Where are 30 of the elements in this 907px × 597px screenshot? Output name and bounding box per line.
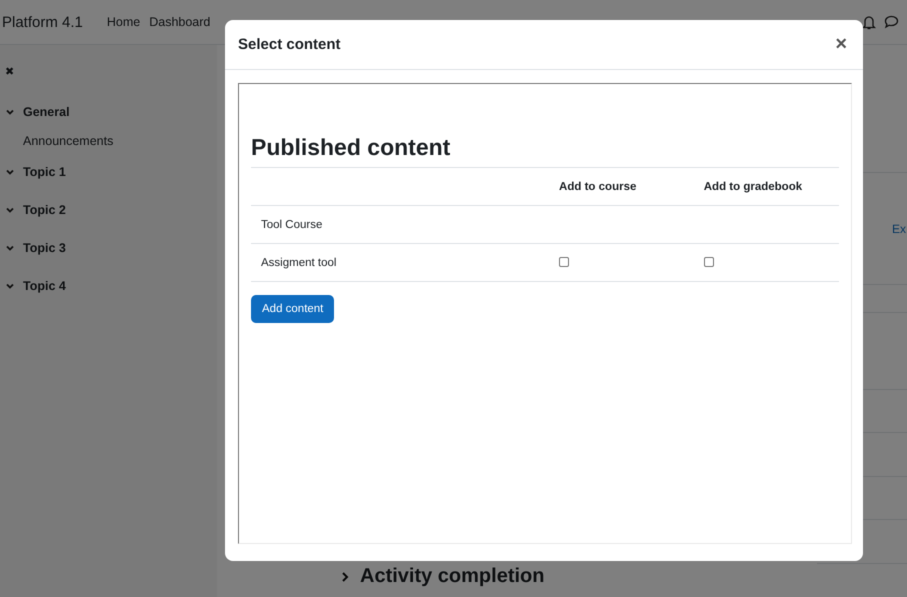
chevron-icon[interactable] (5, 107, 15, 117)
close-button[interactable]: × (833, 33, 849, 56)
content-heading: Published content (251, 134, 839, 168)
section-link[interactable]: Topic 2 (23, 203, 66, 217)
section-link[interactable]: Topic 4 (23, 279, 66, 293)
section-link[interactable]: Topic 1 (23, 165, 66, 179)
chevron-icon[interactable] (5, 205, 15, 215)
section-link[interactable]: Topic 3 (23, 241, 66, 255)
activity-link[interactable]: Announcements (23, 134, 217, 148)
add-content-button[interactable]: Add content (251, 295, 334, 323)
chevron-icon[interactable] (5, 167, 15, 177)
nav-link[interactable]: Dashboard (149, 15, 210, 29)
chevron-icon[interactable] (340, 570, 350, 582)
bell-icon[interactable] (862, 14, 876, 30)
close-icon[interactable]: ✖ (5, 65, 14, 78)
chevron-icon[interactable] (5, 281, 15, 291)
column-header: Add to gradebook (694, 168, 839, 206)
column-header: Add to course (549, 168, 694, 206)
nav-link[interactable]: Home (106, 15, 140, 29)
checkbox[interactable] (704, 257, 714, 268)
section-heading: Activity completion (360, 565, 544, 588)
table-cell: Assigment tool (251, 244, 550, 282)
chevron-icon[interactable] (5, 243, 15, 253)
site-brand[interactable]: Platform 4.1 (2, 14, 83, 30)
section-link[interactable]: General (23, 105, 70, 119)
chat-icon[interactable] (884, 15, 899, 29)
table-cell: Tool Course (251, 206, 550, 244)
page-link[interactable]: Ex (892, 222, 906, 236)
checkbox[interactable] (559, 257, 570, 268)
modal-title: Select content (238, 36, 341, 53)
